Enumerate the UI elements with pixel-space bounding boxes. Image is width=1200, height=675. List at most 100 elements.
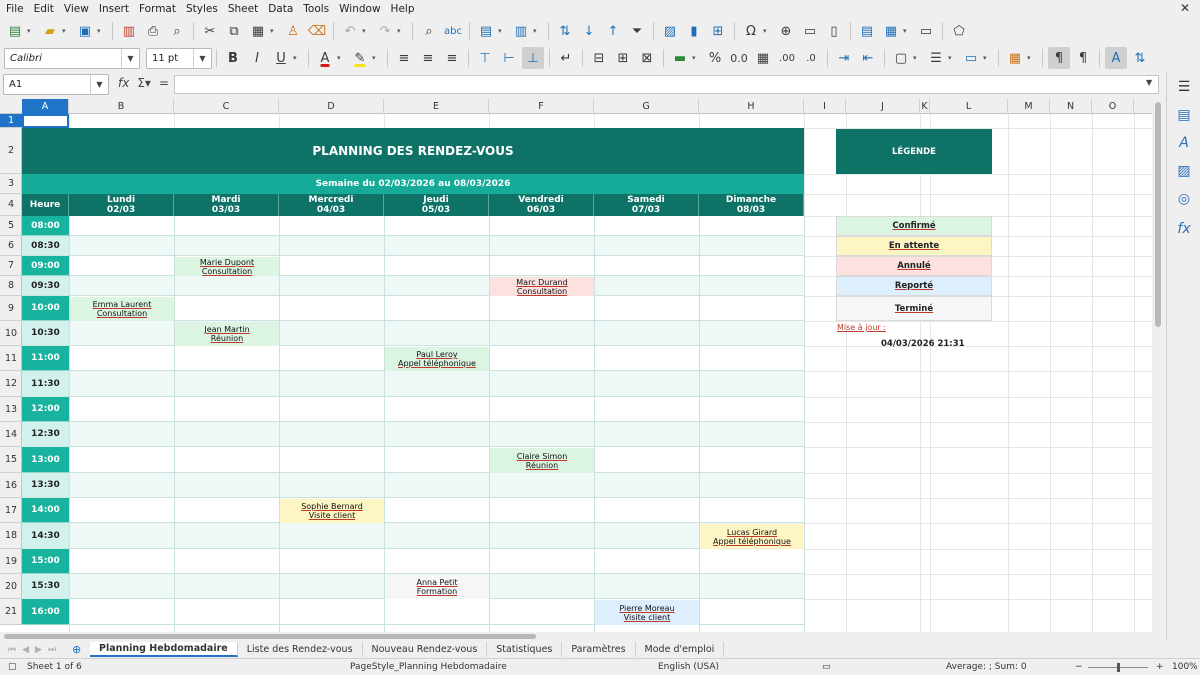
highlight-color-icon[interactable]: ✎ [349, 47, 371, 69]
row-header-2[interactable]: 2 [0, 128, 22, 174]
redo-dropdown-icon[interactable]: ▾ [397, 27, 405, 35]
name-box-dropdown-icon[interactable]: ▼ [90, 75, 108, 94]
tab-liste-rendez-vous[interactable]: Liste des Rendez-vous [238, 642, 363, 657]
row-header-17[interactable]: 17 [0, 498, 22, 523]
cell-area[interactable]: PLANNING DES RENDEZ-VOUS Semaine du 02/03… [22, 114, 1152, 632]
redo-icon[interactable]: ↷ [374, 20, 396, 42]
first-sheet-icon[interactable]: ⏮ [8, 645, 16, 655]
column-header-l[interactable]: L [930, 99, 1008, 114]
next-sheet-icon[interactable]: ▶ [35, 645, 42, 655]
menu-sheet[interactable]: Sheet [222, 3, 262, 15]
properties-icon[interactable]: ▤ [1175, 106, 1193, 124]
cut-icon[interactable]: ✂ [199, 20, 221, 42]
appointment-cell[interactable]: Claire Simon Réunion [490, 448, 594, 473]
appointment-cell[interactable]: Marc Durand Consultation [490, 277, 594, 296]
appointment-cell[interactable]: Marie Dupont Consultation [175, 257, 279, 276]
row-header-14[interactable]: 14 [0, 422, 22, 447]
new-document-icon[interactable]: ▤ [4, 20, 26, 42]
row-header-5[interactable]: 5 [0, 216, 22, 236]
column-header-g[interactable]: G [594, 99, 699, 114]
headers-footers-icon[interactable]: ▯ [823, 20, 845, 42]
freeze-rows-columns-icon[interactable]: ▦ [880, 20, 902, 42]
horizontal-scrollbar[interactable] [0, 632, 1166, 641]
sort-icon[interactable]: ⇅ [554, 20, 576, 42]
row-dropdown-icon[interactable]: ▾ [498, 27, 506, 35]
row-header-1[interactable]: 1 [0, 114, 22, 128]
new-dropdown-icon[interactable]: ▾ [27, 27, 35, 35]
vertical-scroll-thumb[interactable] [1155, 102, 1161, 327]
copy-icon[interactable]: ⧉ [223, 20, 245, 42]
appointment-cell[interactable]: Pierre Moreau Visite client [595, 600, 699, 625]
border-style-icon[interactable]: ☰ [925, 47, 947, 69]
borders-dropdown-icon[interactable]: ▾ [913, 54, 921, 62]
print-preview-icon[interactable]: ⌕ [166, 20, 188, 42]
menu-edit[interactable]: Edit [28, 3, 58, 15]
merge-cells-icon[interactable]: ⊞ [612, 47, 634, 69]
column-header-b[interactable]: B [69, 99, 174, 114]
formula-input[interactable] [174, 75, 1159, 94]
tab-statistiques[interactable]: Statistiques [487, 642, 563, 657]
autofilter-icon[interactable]: ⏷ [626, 20, 648, 42]
add-decimal-icon[interactable]: .00 [776, 47, 798, 69]
page-style[interactable]: PageStyle_Planning Hebdomadaire [350, 662, 507, 672]
border-style-dropdown-icon[interactable]: ▾ [948, 54, 956, 62]
menu-styles[interactable]: Styles [180, 3, 222, 15]
row-header-9[interactable]: 9 [0, 296, 22, 321]
column-header-f[interactable]: F [489, 99, 594, 114]
undo-dropdown-icon[interactable]: ▾ [362, 27, 370, 35]
special-character-dropdown-icon[interactable]: ▾ [763, 27, 771, 35]
functions-icon[interactable]: fx [1175, 220, 1193, 238]
font-name-dropdown-icon[interactable]: ▼ [121, 48, 139, 68]
column-header-o[interactable]: O [1092, 99, 1134, 114]
export-pdf-icon[interactable]: ▥ [118, 20, 140, 42]
open-icon[interactable]: ▰ [39, 20, 61, 42]
hyperlink-icon[interactable]: ⊕ [775, 20, 797, 42]
tab-mode-emploi[interactable]: Mode d'emploi [636, 642, 725, 657]
column-header-j[interactable]: J [846, 99, 920, 114]
date-format-icon[interactable]: ▦ [752, 47, 774, 69]
row-header-7[interactable]: 7 [0, 256, 22, 276]
sort-ascending-icon[interactable]: ↓ [578, 20, 600, 42]
save-dropdown-icon[interactable]: ▾ [97, 27, 105, 35]
number-format-icon[interactable]: 0.0 [728, 47, 750, 69]
zoom-in-icon[interactable]: + [1156, 662, 1164, 672]
row-header-16[interactable]: 16 [0, 473, 22, 498]
column-header-p[interactable]: P [1134, 99, 1153, 114]
document-modified-icon[interactable]: ▢ [8, 662, 17, 672]
tab-parametres[interactable]: Paramètres [562, 642, 636, 657]
close-document-icon[interactable]: ✕ [1180, 1, 1190, 15]
menu-file[interactable]: File [0, 3, 28, 15]
vertical-scrollbar[interactable] [1152, 99, 1166, 632]
formula-icon[interactable]: = [159, 76, 169, 90]
column-header-i[interactable]: I [804, 99, 846, 114]
name-box[interactable]: A1 ▼ [3, 74, 109, 95]
selection-summary[interactable]: Average: ; Sum: 0 [946, 662, 1027, 672]
appointment-cell[interactable]: Paul Leroy Appel téléphonique [385, 347, 489, 371]
font-color-icon[interactable]: A [314, 47, 336, 69]
menu-window[interactable]: Window [333, 3, 384, 15]
percent-format-icon[interactable]: % [704, 47, 726, 69]
special-character-icon[interactable]: Ω [740, 20, 762, 42]
decrease-indent-icon[interactable]: ⇤ [857, 47, 879, 69]
menu-data[interactable]: Data [262, 3, 297, 15]
appointment-cell[interactable]: Emma Laurent Consultation [70, 297, 174, 321]
active-cell-cursor[interactable] [22, 114, 69, 128]
vertical-text-icon[interactable]: A [1105, 47, 1127, 69]
merge-center-icon[interactable]: ⊟ [588, 47, 610, 69]
tab-planning-hebdomadaire[interactable]: Planning Hebdomadaire [90, 642, 238, 657]
show-draw-functions-icon[interactable]: ⬠ [948, 20, 970, 42]
column-icon[interactable]: ▥ [510, 20, 532, 42]
wrap-text-icon[interactable]: ↵ [555, 47, 577, 69]
define-print-area-icon[interactable]: ▤ [856, 20, 878, 42]
currency-dropdown-icon[interactable]: ▾ [692, 54, 700, 62]
text-direction-ltr-icon[interactable]: ¶ [1048, 47, 1070, 69]
save-icon[interactable]: ▣ [74, 20, 96, 42]
column-header-n[interactable]: N [1050, 99, 1092, 114]
align-right-icon[interactable]: ≡ [441, 47, 463, 69]
column-dropdown-icon[interactable]: ▾ [533, 27, 541, 35]
undo-icon[interactable]: ↶ [339, 20, 361, 42]
column-header-e[interactable]: E [384, 99, 489, 114]
sum-icon[interactable]: Σ▾ [137, 76, 151, 90]
column-header-h[interactable]: H [699, 99, 804, 114]
menu-insert[interactable]: Insert [93, 3, 133, 15]
